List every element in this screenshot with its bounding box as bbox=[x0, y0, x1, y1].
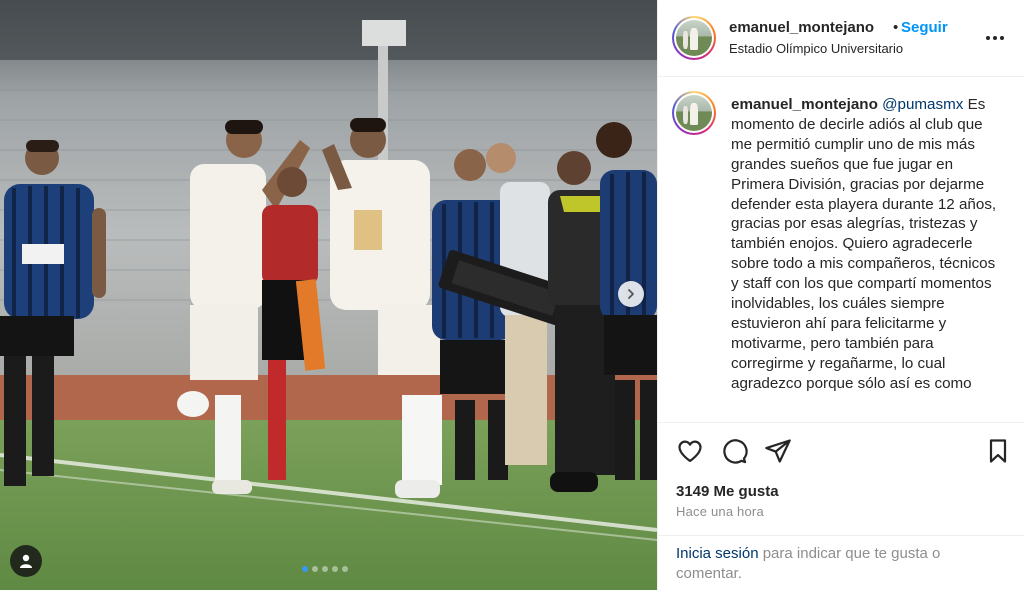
post-image-scene bbox=[0, 0, 657, 590]
more-options-icon bbox=[986, 36, 1004, 40]
comment-icon bbox=[723, 439, 748, 464]
caption-body: Es momento de decirle adiós al club que … bbox=[731, 96, 997, 392]
caption-text: emanuel_montejano @pumasmx Es momento de… bbox=[731, 95, 1001, 394]
like-button[interactable] bbox=[676, 437, 704, 465]
post-photo[interactable] bbox=[0, 0, 657, 590]
carousel-indicator bbox=[302, 566, 348, 572]
header-separator: • bbox=[893, 19, 899, 36]
heart-icon bbox=[678, 440, 702, 463]
caption-area: emanuel_montejano @pumasmx Es momento de… bbox=[658, 77, 1024, 422]
likes-count[interactable]: 3149 Me gusta bbox=[676, 483, 779, 500]
carousel-next-button[interactable] bbox=[618, 281, 644, 307]
more-options-button[interactable] bbox=[983, 28, 1007, 48]
paper-plane-icon bbox=[765, 439, 791, 463]
post-timestamp[interactable]: Hace una hora bbox=[676, 504, 764, 519]
bookmark-icon bbox=[989, 439, 1007, 463]
caption-username[interactable]: emanuel_montejano bbox=[731, 96, 878, 113]
save-button[interactable] bbox=[984, 437, 1012, 465]
carousel-dot bbox=[322, 566, 328, 572]
comment-button[interactable] bbox=[720, 437, 748, 465]
carousel-dot bbox=[332, 566, 338, 572]
carousel-dot bbox=[302, 566, 308, 572]
caption-avatar[interactable] bbox=[672, 91, 716, 135]
chevron-right-icon bbox=[628, 289, 634, 299]
avatar[interactable] bbox=[672, 16, 716, 60]
user-tag-icon bbox=[20, 554, 32, 568]
location-link[interactable]: Estadio Olímpico Universitario bbox=[729, 41, 903, 56]
login-link[interactable]: Inicia sesión bbox=[676, 545, 759, 562]
post-side-panel: emanuel_montejano • Seguir Estadio Olímp… bbox=[657, 0, 1024, 590]
user-tags-button[interactable] bbox=[10, 545, 42, 577]
carousel-dot bbox=[312, 566, 318, 572]
carousel-dot bbox=[342, 566, 348, 572]
caption-mention[interactable]: @pumasmx bbox=[882, 96, 963, 113]
login-prompt: Inicia sesión para indicar que te gusta … bbox=[658, 535, 1024, 590]
post-header: emanuel_montejano • Seguir Estadio Olímp… bbox=[658, 0, 1024, 77]
action-bar bbox=[658, 422, 1024, 477]
follow-button[interactable]: Seguir bbox=[901, 19, 948, 36]
share-button[interactable] bbox=[764, 437, 792, 465]
header-username[interactable]: emanuel_montejano bbox=[729, 19, 874, 36]
